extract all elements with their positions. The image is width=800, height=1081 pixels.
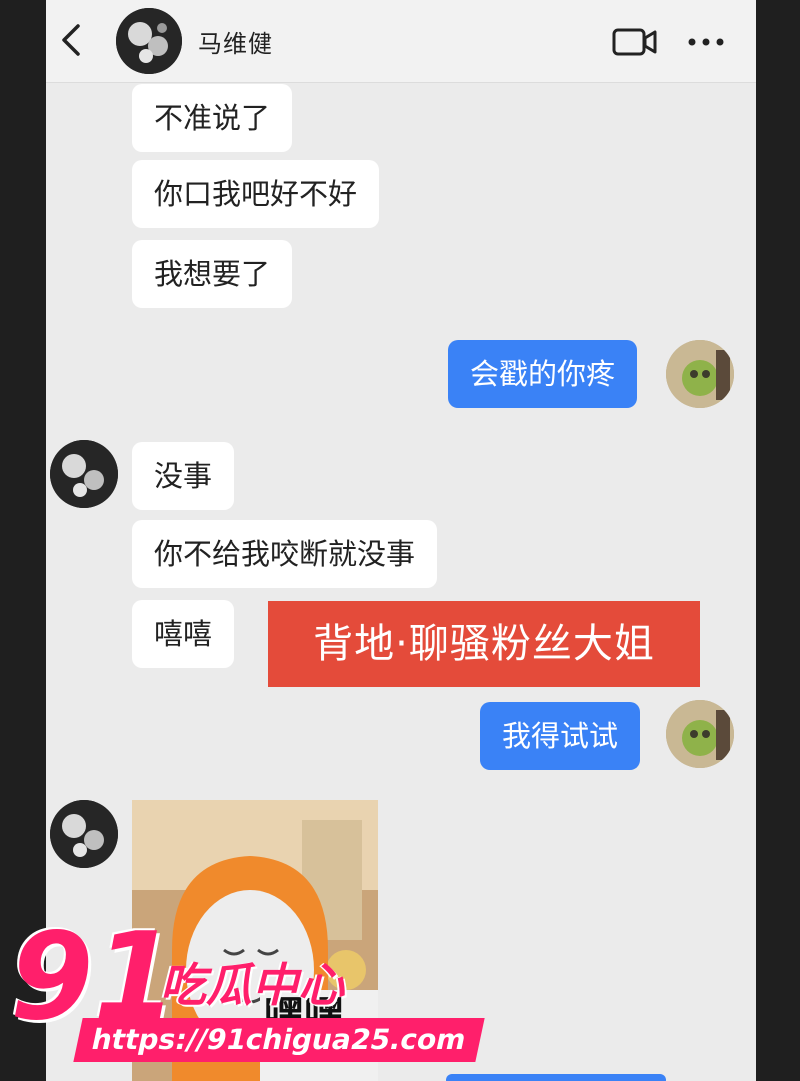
partial-outgoing-bubble	[446, 1074, 666, 1081]
back-button[interactable]	[54, 20, 88, 60]
overlay-caption-banner: 背地·聊骚粉丝大姐	[268, 601, 700, 687]
more-dots-icon	[688, 38, 724, 46]
contact-avatar[interactable]	[116, 8, 182, 74]
contact-avatar-small[interactable]	[50, 800, 118, 868]
my-avatar[interactable]	[666, 700, 734, 768]
message-bubble-incoming[interactable]: 你口我吧好不好	[132, 160, 380, 228]
chevron-left-icon	[62, 24, 80, 56]
watermark-brand: 吃瓜中心	[160, 958, 344, 1012]
video-call-button[interactable]	[612, 26, 658, 58]
contact-avatar-small[interactable]	[50, 440, 118, 508]
message-bubble-incoming[interactable]: 没事	[132, 442, 235, 510]
message-bubble-incoming[interactable]: 我想要了	[132, 240, 293, 308]
message-bubble-incoming[interactable]: 不准说了	[132, 84, 293, 152]
message-bubble-outgoing[interactable]: 我得试试	[480, 702, 641, 770]
more-options-button[interactable]	[686, 26, 726, 58]
message-bubble-outgoing[interactable]: 会戳的你疼	[448, 340, 638, 408]
message-bubble-incoming[interactable]: 你不给我咬断就没事	[132, 520, 438, 588]
video-camera-icon	[612, 28, 657, 56]
chat-header: 马维健	[46, 0, 756, 83]
message-bubble-incoming[interactable]: 嘻嘻	[132, 600, 235, 668]
my-avatar[interactable]	[666, 340, 734, 408]
contact-name: 马维健	[198, 30, 273, 58]
watermark-url: https://91chigua25.com	[73, 1018, 485, 1062]
